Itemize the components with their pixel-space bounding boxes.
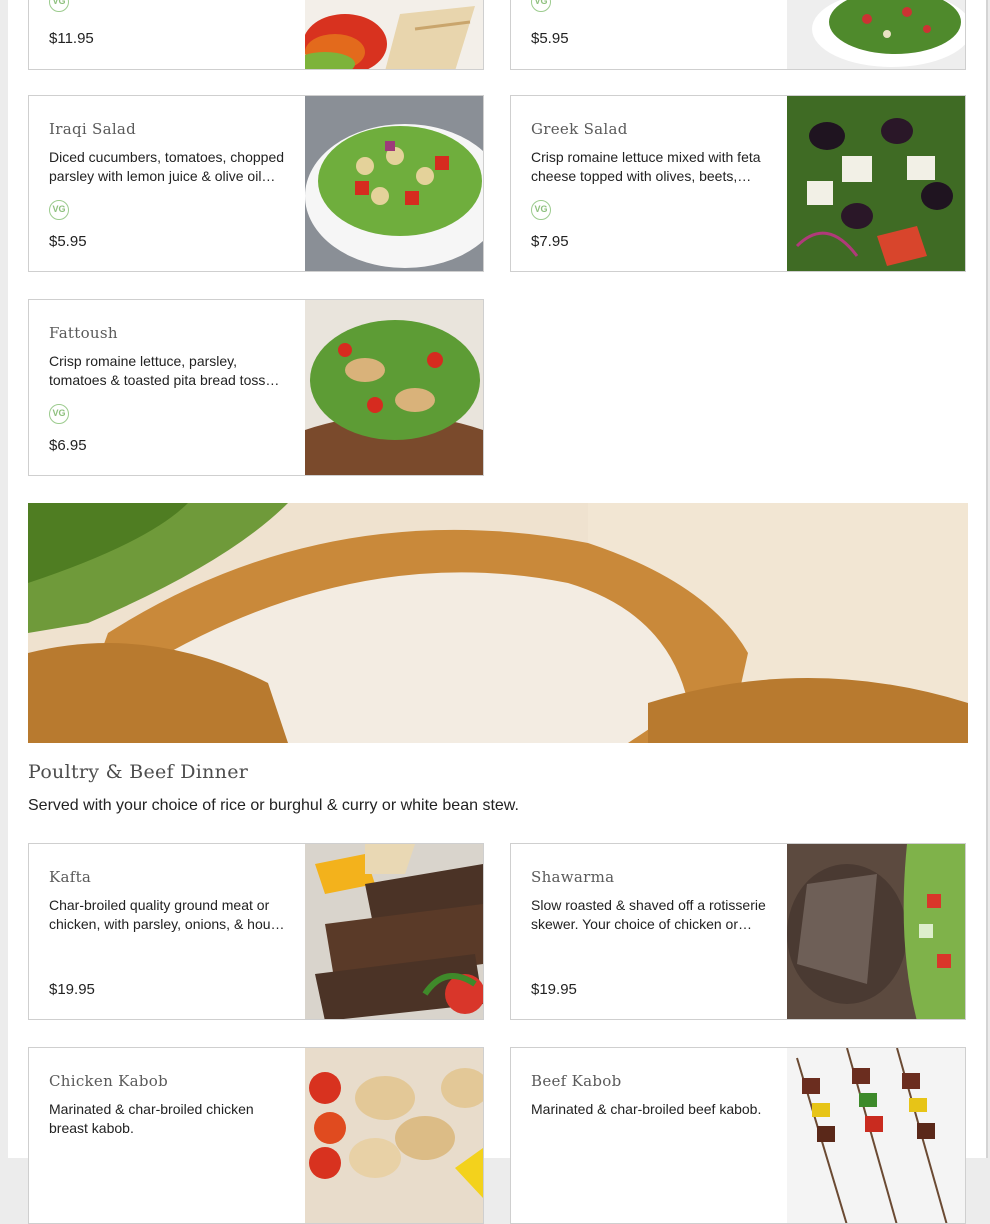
menu-item-card[interactable]: Shawarma Slow roasted & shaved off a rot…	[510, 843, 966, 1020]
menu-item-photo	[305, 300, 483, 475]
section-title: Poultry & Beef Dinner	[28, 761, 249, 783]
menu-item-description: Marinated & char-broiled beef kabob.	[531, 1101, 762, 1117]
vegan-badge-icon: VG	[49, 0, 69, 12]
menu-item-name: Beef Kabob	[531, 1072, 622, 1090]
menu-item-name: Kafta	[49, 868, 92, 886]
menu-item-description: Diced cucumbers, tomatoes, chopped parsl…	[49, 149, 285, 184]
menu-item-card[interactable]: Chicken Kabob Marinated & char-broiled c…	[28, 1047, 484, 1224]
menu-item-description: Crisp romaine lettuce mixed with feta ch…	[531, 149, 761, 184]
menu-item-price: $5.95	[531, 30, 569, 47]
menu-item-price: $7.95	[531, 233, 569, 250]
menu-item-photo	[305, 1048, 483, 1223]
menu-item-photo	[305, 844, 483, 1019]
menu-item-description: Crisp romaine lettuce, parsley, tomatoes…	[49, 353, 280, 388]
menu-item-description: Marinated & char-broiled chicken breast …	[49, 1101, 254, 1136]
menu-item-description: Char-broiled quality ground meat or chic…	[49, 897, 285, 932]
menu-item-name: Iraqi Salad	[49, 120, 137, 138]
menu-item-card[interactable]: Greek Salad Crisp romaine lettuce mixed …	[510, 95, 966, 272]
menu-item-photo	[305, 96, 483, 271]
menu-item-price: $19.95	[531, 981, 577, 998]
menu-item-price: $11.95	[49, 30, 94, 47]
menu-item-name: Greek Salad	[531, 120, 628, 138]
menu-item-photo	[787, 1048, 965, 1223]
menu-item-card[interactable]: Fattoush Crisp romaine lettuce, parsley,…	[28, 299, 484, 476]
menu-item-name: Shawarma	[531, 868, 615, 886]
menu-item-name: Fattoush	[49, 324, 118, 342]
menu-item-card[interactable]: VG $5.95	[510, 0, 966, 70]
menu-item-price: $19.95	[49, 981, 95, 998]
menu-item-card[interactable]: Kafta Char-broiled quality ground meat o…	[28, 843, 484, 1020]
menu-item-card[interactable]: VG $11.95	[28, 0, 484, 70]
menu-item-photo	[787, 96, 965, 271]
menu-item-name: Chicken Kabob	[49, 1072, 169, 1090]
menu-item-price: $5.95	[49, 233, 87, 250]
menu-page: VG $11.95 VG $5.95 Iraqi Salad Diced cuc…	[8, 0, 988, 1224]
vegan-badge-icon: VG	[531, 0, 551, 12]
menu-item-card[interactable]: Beef Kabob Marinated & char-broiled beef…	[510, 1047, 966, 1224]
vegan-badge-icon: VG	[49, 200, 69, 220]
menu-item-price: $6.95	[49, 437, 87, 454]
section-banner-image	[28, 503, 968, 743]
menu-item-card[interactable]: Iraqi Salad Diced cucumbers, tomatoes, c…	[28, 95, 484, 272]
vegan-badge-icon: VG	[49, 404, 69, 424]
section-subtitle: Served with your choice of rice or burgh…	[28, 797, 519, 814]
menu-item-photo	[305, 0, 483, 69]
menu-item-photo	[787, 0, 965, 69]
scrollbar-track[interactable]	[986, 0, 988, 1158]
menu-item-photo	[787, 844, 965, 1019]
menu-item-description: Slow roasted & shaved off a rotisserie s…	[531, 897, 766, 932]
vegan-badge-icon: VG	[531, 200, 551, 220]
